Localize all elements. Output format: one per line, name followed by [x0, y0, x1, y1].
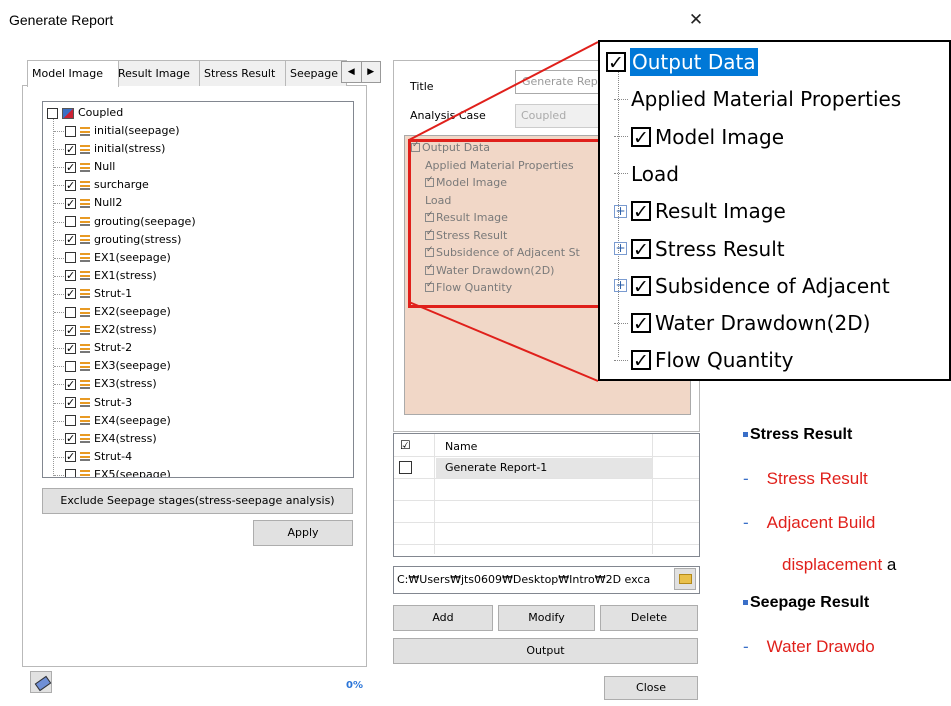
expand-icon[interactable]: + [614, 279, 627, 293]
expand-icon[interactable]: + [614, 242, 627, 255]
grid-line [434, 434, 435, 554]
tree-connector [614, 173, 628, 175]
zoom-tree-label: Applied Material Properties [631, 87, 902, 112]
close-button[interactable]: Close [604, 676, 698, 700]
zoomed-output-tree: Output Data Applied Material Properties Mo… [598, 40, 951, 381]
zoom-tree-item[interactable]: Model Image [614, 123, 785, 152]
tree-connector [614, 98, 628, 100]
tree-connector [614, 359, 628, 361]
checkbox[interactable] [631, 347, 651, 375]
checkbox[interactable] [631, 124, 651, 152]
expand-icon[interactable]: + [614, 204, 627, 218]
zoom-tree-label: Output Data [630, 48, 758, 76]
select-all-checkbox[interactable]: ☑ [400, 438, 411, 452]
zoom-tree-label: Water Drawdown(2D) [655, 311, 871, 336]
zoom-tree-item[interactable]: + Stress Result [614, 235, 785, 264]
browse-folder-button[interactable] [674, 568, 696, 590]
column-header-name: Name [445, 440, 478, 453]
eraser-button[interactable] [30, 671, 52, 693]
output-path-text: C:₩Users₩jts0609₩Desktop₩Intro₩2D exca [397, 573, 651, 586]
zoom-tree-label: Load [631, 161, 679, 186]
checkbox[interactable] [631, 198, 651, 226]
folder-icon [679, 574, 692, 584]
delete-button[interactable]: Delete [600, 605, 698, 631]
output-path-input[interactable]: C:₩Users₩jts0609₩Desktop₩Intro₩2D exca [393, 566, 700, 594]
row-checkbox[interactable] [399, 461, 412, 474]
adjacent-building-note: - Adjacent Build [743, 513, 876, 532]
seepage-result-heading: Seepage Result [743, 594, 869, 612]
zoom-tree-item[interactable]: Flow Quantity [614, 346, 794, 375]
displacement-note: displacement a [782, 555, 897, 574]
tree-connector [614, 136, 628, 138]
zoom-tree-label: Stress Result [655, 236, 785, 261]
zoom-tree-item[interactable]: Output Data [606, 48, 758, 77]
output-button[interactable]: Output [393, 638, 698, 664]
checkbox[interactable] [606, 49, 626, 77]
tree-connector [614, 322, 628, 324]
add-button[interactable]: Add [393, 605, 493, 631]
zoom-tree-item[interactable]: + Subsidence of Adjacent [614, 272, 890, 301]
zoom-tree-label: Subsidence of Adjacent [655, 273, 890, 298]
stress-result-note: - Stress Result [743, 469, 868, 488]
water-drawdown-note: - Water Drawdo [743, 637, 875, 656]
stress-result-heading: Stress Result [743, 426, 852, 444]
zoom-tree-label: Flow Quantity [655, 348, 794, 373]
zoom-tree-label: Model Image [655, 124, 785, 149]
zoom-tree-label: Result Image [655, 199, 786, 224]
tab-model-image[interactable]: Model Image [27, 60, 119, 87]
checkbox[interactable] [631, 236, 651, 264]
list-item-name[interactable]: Generate Report-1 [445, 461, 547, 474]
zoom-tree-item[interactable]: Water Drawdown(2D) [614, 309, 871, 338]
checkbox[interactable] [631, 273, 651, 301]
modify-button[interactable]: Modify [498, 605, 595, 631]
eraser-icon [34, 675, 52, 692]
report-list[interactable]: ☑ Name Generate Report-1 [393, 433, 700, 557]
zoom-tree-item[interactable]: Load [614, 160, 679, 188]
progress-percent: 0% [346, 680, 363, 691]
zoom-tree-item[interactable]: Applied Material Properties [614, 85, 901, 113]
zoom-tree-item[interactable]: + Result Image [614, 197, 786, 226]
grid-line [652, 434, 653, 554]
checkbox[interactable] [631, 310, 651, 338]
